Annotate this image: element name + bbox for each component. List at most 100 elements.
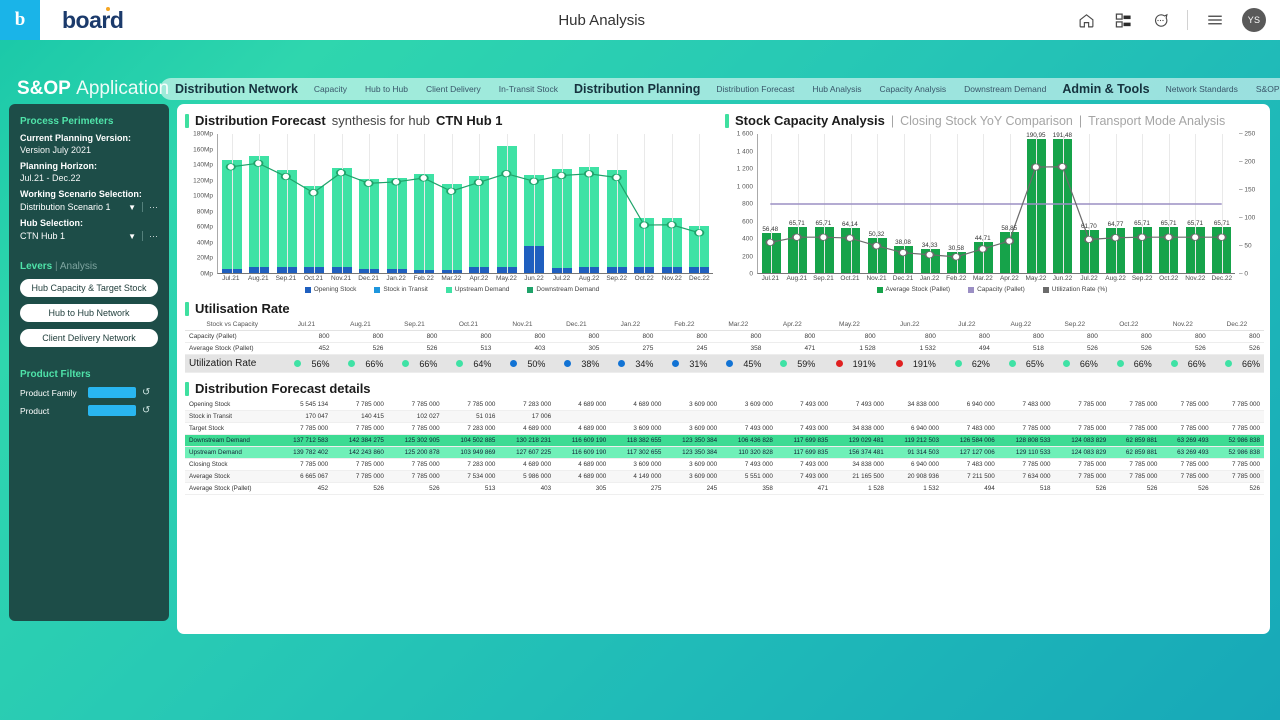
levers-tabs: Levers | Analysis [20, 261, 158, 272]
menu-icon[interactable] [1205, 10, 1225, 30]
legend-item[interactable]: Downstream Demand [527, 286, 599, 293]
table-cell: 526 [387, 343, 441, 355]
y-axis: 0Mp20Mp40Mp60Mp80Mp100Mp120Mp140Mp160Mp1… [185, 134, 215, 274]
lever-button-client-delivery-network[interactable]: Client Delivery Network [20, 329, 158, 347]
reset-icon[interactable]: ↺ [142, 387, 150, 398]
cell-value: 65% [1026, 359, 1044, 369]
filter-selector[interactable] [88, 387, 136, 398]
data-point[interactable] [668, 222, 676, 228]
legend-swatch [305, 287, 311, 293]
title-accent-bar [725, 114, 729, 128]
reset-icon[interactable]: ↺ [142, 405, 150, 416]
x-tick-label: Jul.22 [1076, 275, 1103, 282]
cell-value: 62% [972, 359, 990, 369]
legend-item[interactable]: Average Stock (Pallet) [877, 286, 951, 293]
nav-tab-capacity[interactable]: Capacity [305, 84, 356, 94]
table-cell: 66% [1048, 355, 1102, 373]
x-tick-label: Dec.22 [1209, 275, 1236, 282]
legend-item[interactable]: Opening Stock [305, 286, 357, 293]
table-cell: 117 699 835 [777, 447, 832, 459]
capacity-alt-1[interactable]: Closing Stock YoY Comparison [900, 114, 1073, 128]
data-point[interactable] [282, 173, 290, 179]
data-point[interactable] [309, 190, 317, 196]
hub-more-icon[interactable]: ··· [142, 231, 158, 241]
data-point[interactable] [254, 160, 262, 166]
chevron-down-icon[interactable]: ▼ [128, 232, 142, 241]
filter-selector[interactable] [88, 405, 136, 416]
data-point[interactable] [557, 172, 565, 178]
legend-item[interactable]: Utilization Rate (%) [1043, 286, 1108, 293]
table-body: Capacity (Pallet)80080080080080080080080… [185, 331, 1264, 373]
table-cell: 7 785 000 [1054, 423, 1110, 435]
data-point[interactable] [364, 180, 372, 186]
y-axis: 02004006008001 0001 2001 4001 600 [725, 134, 755, 274]
table-cell [1213, 411, 1264, 423]
distribution-forecast-chart: Distribution Forecast synthesis for hub … [185, 113, 719, 293]
lever-button-hub-to-hub-network[interactable]: Hub to Hub Network [20, 304, 158, 322]
nav-tab-s-op-meeting[interactable]: S&OP Meeting [1247, 84, 1280, 94]
app-logo-tile[interactable]: b [0, 0, 40, 40]
data-point[interactable] [227, 164, 235, 170]
data-point[interactable] [530, 178, 538, 184]
nav-tab-capacity-analysis[interactable]: Capacity Analysis [870, 84, 955, 94]
data-point[interactable] [640, 222, 648, 228]
data-point[interactable] [695, 230, 703, 236]
nav-tab-in-transit-stock[interactable]: In-Transit Stock [490, 84, 567, 94]
data-point[interactable] [502, 170, 510, 176]
legend-item[interactable]: Stock in Transit [374, 286, 427, 293]
hub-select[interactable]: CTN Hub 1 ▼ ··· [20, 231, 158, 241]
legend-item[interactable]: Capacity (Pallet) [968, 286, 1025, 293]
x-tick-label: Dec.21 [890, 275, 917, 282]
legend-item[interactable]: Upstream Demand [446, 286, 510, 293]
layout-icon[interactable] [1113, 10, 1133, 30]
table-cell: 63 269 493 [1161, 435, 1212, 447]
data-point[interactable] [392, 179, 400, 185]
data-point[interactable] [447, 188, 455, 194]
table-cell: 7 283 000 [444, 459, 500, 471]
table-cell: 170 047 [276, 411, 332, 423]
line-overlay [217, 134, 713, 274]
legend-swatch [374, 287, 380, 293]
nav-tab-network-standards[interactable]: Network Standards [1157, 84, 1247, 94]
nav-tab-hub-to-hub[interactable]: Hub to Hub [356, 84, 417, 94]
y-tick-label: 1 400 [737, 148, 753, 155]
table-row: Average Stock (Pallet)452526526513403305… [185, 483, 1264, 495]
table-cell: 34 838 000 [832, 459, 888, 471]
scenario-more-icon[interactable]: ··· [142, 202, 158, 212]
scenario-select[interactable]: Distribution Scenario 1 ▼ ··· [20, 202, 158, 212]
x-tick-label: Aug.21 [245, 275, 273, 282]
comment-icon[interactable] [1150, 10, 1170, 30]
avatar[interactable]: YS [1242, 8, 1266, 32]
table-cell: 117 302 655 [610, 447, 665, 459]
table-cell [1161, 411, 1212, 423]
chevron-down-icon[interactable]: ▼ [128, 203, 142, 212]
home-icon[interactable] [1076, 10, 1096, 30]
capacity-alt-2[interactable]: Transport Mode Analysis [1088, 114, 1225, 128]
x-tick-label: Oct.21 [300, 275, 328, 282]
nav-tab-hub-analysis[interactable]: Hub Analysis [803, 84, 870, 94]
data-point[interactable] [475, 179, 483, 185]
table-cell: 142 384 275 [332, 435, 388, 447]
tab-levers[interactable]: Levers [20, 261, 52, 272]
legend-swatch [1043, 287, 1049, 293]
nav-tab-downstream-demand[interactable]: Downstream Demand [955, 84, 1055, 94]
product-filters-heading: Product Filters [20, 369, 158, 380]
nav-tab-distribution-planning[interactable]: Distribution Planning [567, 82, 707, 96]
cell-value: 191% [853, 359, 876, 369]
distribution-forecast-title: Distribution Forecast synthesis for hub … [185, 113, 719, 128]
x-tick-label: Dec.22 [686, 275, 714, 282]
nav-tab-client-delivery[interactable]: Client Delivery [417, 84, 490, 94]
nav-tab-distribution-network[interactable]: Distribution Network [168, 82, 305, 96]
data-point[interactable] [420, 175, 428, 181]
data-point[interactable] [585, 171, 593, 177]
nav-tab-admin-tools[interactable]: Admin & Tools [1055, 82, 1156, 96]
data-point[interactable] [337, 170, 345, 176]
nav-tab-distribution-forecast[interactable]: Distribution Forecast [707, 84, 803, 94]
scenario-label: Working Scenario Selection: [20, 189, 158, 199]
lever-button-hub-capacity-target-stock[interactable]: Hub Capacity & Target Stock [20, 279, 158, 297]
table-cell: 305 [555, 483, 610, 495]
details-title-text: Distribution Forecast details [195, 381, 371, 396]
table-cell: 800 [387, 331, 441, 343]
tab-analysis[interactable]: Analysis [60, 261, 97, 272]
data-point[interactable] [612, 174, 620, 180]
